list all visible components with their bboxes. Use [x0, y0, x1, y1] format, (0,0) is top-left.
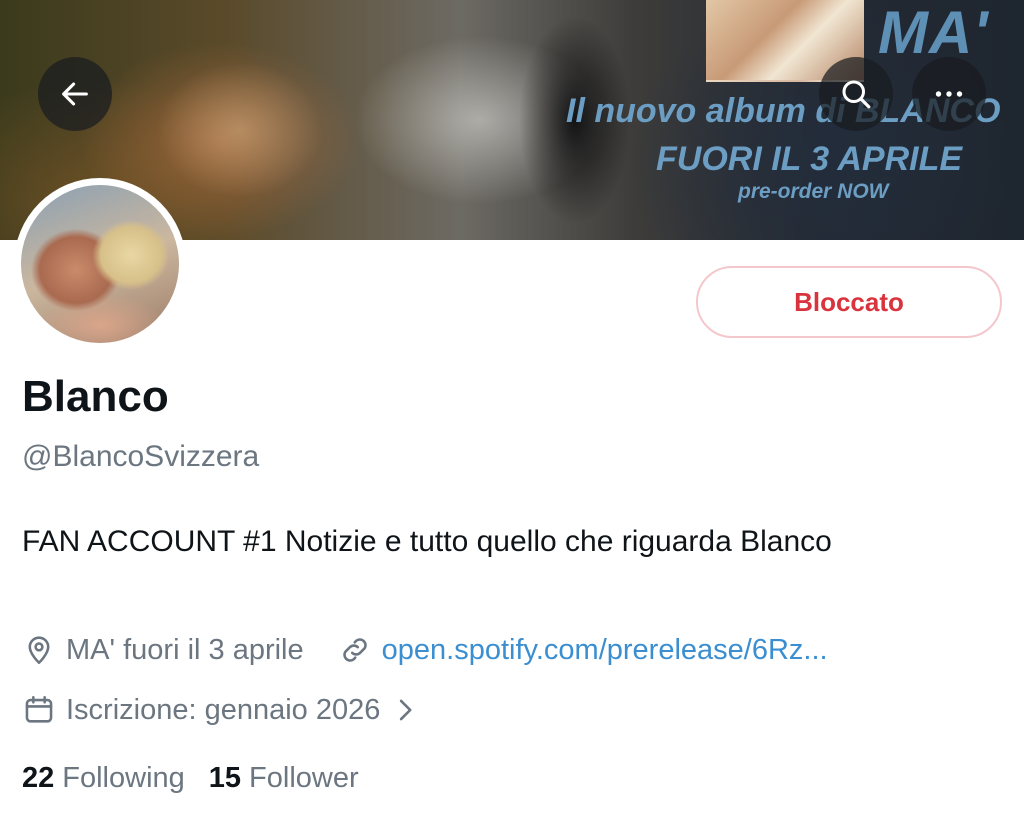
follow-counts: 22 Following 15 Follower — [22, 756, 359, 800]
search-icon — [842, 80, 871, 109]
banner-promo-line-3: pre-order NOW — [738, 180, 889, 203]
calendar-icon — [22, 693, 56, 727]
more-options-button[interactable] — [912, 57, 986, 131]
profile-location: MA' fuori il 3 aprile — [66, 633, 304, 666]
arrow-left-icon — [62, 82, 88, 106]
profile-page: MA' Il nuovo album di BLANCO FUORI IL 3 … — [0, 0, 1024, 836]
followers-count: 15 — [208, 761, 242, 794]
followers-label: Follower — [249, 761, 359, 794]
banner-album-title: MA' — [878, 0, 989, 66]
location-pin-icon — [22, 633, 56, 667]
avatar-image — [21, 185, 179, 343]
profile-link[interactable]: open.spotify.com/prerelease/6Rz... — [338, 633, 828, 667]
more-horizontal-icon — [935, 91, 963, 97]
display-name: Blanco — [22, 372, 169, 421]
profile-bio: FAN ACCOUNT #1 Notizie e tutto quello ch… — [22, 525, 832, 558]
joined-date: Iscrizione: gennaio 2026 — [66, 693, 381, 726]
banner-promo-line-2: FUORI IL 3 APRILE — [656, 140, 963, 178]
avatar[interactable] — [14, 178, 186, 350]
following-link[interactable]: 22 Following — [22, 762, 185, 795]
profile-meta-row: MA' fuori il 3 aprile open.spotify.com/p… — [22, 630, 828, 670]
search-button[interactable] — [819, 57, 893, 131]
blocked-button[interactable]: Bloccato — [696, 266, 1002, 338]
profile-link-text[interactable]: open.spotify.com/prerelease/6Rz... — [382, 634, 828, 667]
link-icon — [338, 633, 372, 667]
following-count: 22 — [22, 761, 55, 794]
followers-link[interactable]: 15 Follower — [209, 762, 359, 795]
joined-row[interactable]: Iscrizione: gennaio 2026 — [22, 690, 416, 730]
chevron-right-icon — [394, 697, 416, 723]
user-handle: @BlancoSvizzera — [22, 440, 260, 473]
following-label: Following — [62, 761, 185, 794]
back-button[interactable] — [38, 57, 112, 131]
